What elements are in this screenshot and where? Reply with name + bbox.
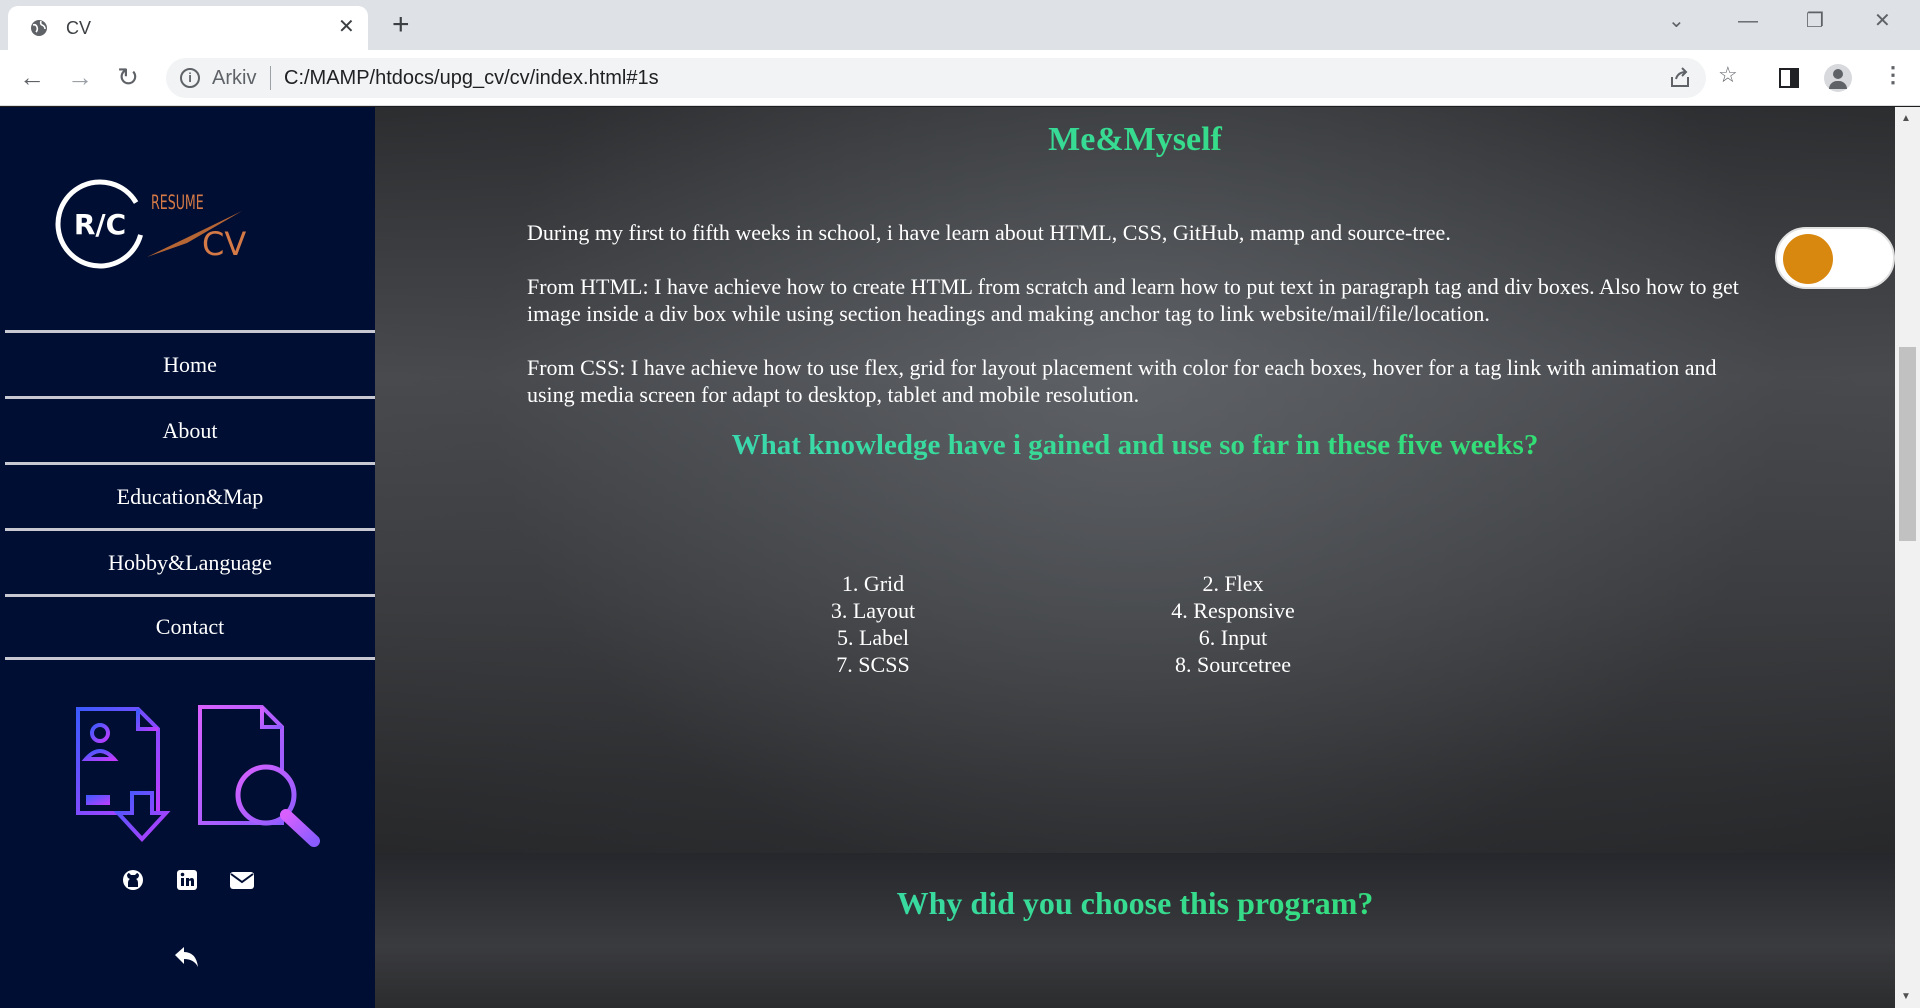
svg-text:R/C: R/C [74,208,126,241]
svg-text:CV: CV [202,225,246,263]
tab-search-icon[interactable]: ⌄ [1668,10,1685,32]
knowledge-item: 3. Layout [830,598,916,623]
knowledge-item: 4. Responsive [1171,598,1295,623]
share-icon[interactable] [1668,67,1692,89]
profile-icon[interactable] [1824,64,1852,92]
url-text[interactable]: C:/MAMP/htdocs/upg_cv/cv/index.html#1s [284,67,659,90]
toggle-knob [1783,234,1833,284]
knowledge-item: 6. Input [1198,625,1268,650]
nav-item-contact[interactable]: Contact [5,594,375,660]
scroll-down-icon[interactable]: ▼ [1901,991,1911,1002]
sidebar-nav: Home About Education&Map Hobby&Language … [5,330,375,660]
nav-item-hobby-language[interactable]: Hobby&Language [5,528,375,594]
browser-tab[interactable]: CV ✕ [8,6,368,50]
tab-title: CV [66,18,92,38]
window-close-icon[interactable]: ✕ [1874,10,1891,32]
nav-item-about[interactable]: About [5,396,375,462]
sidebar: R/C RESUME CV Home About Education&Map H… [0,107,375,1008]
knowledge-item: 8. Sourcetree [1174,652,1292,677]
browser-toolbar: ← → ↻ i Arkiv C:/MAMP/htdocs/upg_cv/cv/i… [0,50,1920,106]
github-icon[interactable] [120,867,146,893]
main-content: Me&Myself During my first to fifth weeks… [375,107,1895,1008]
mail-icon[interactable] [228,867,256,893]
globe-icon [31,20,47,36]
knowledge-item: 7. SCSS [836,652,910,677]
security-label: Arkiv [212,67,257,89]
svg-text:RESUME: RESUME [151,191,204,214]
address-bar[interactable]: i Arkiv C:/MAMP/htdocs/upg_cv/cv/index.h… [166,58,1706,98]
linkedin-icon[interactable] [174,867,200,893]
logo: R/C RESUME CV [55,179,246,269]
section-title-me-myself: Me&Myself [375,121,1895,159]
reload-icon[interactable]: ↻ [112,62,144,94]
knowledge-item: 5. Label [836,625,910,650]
nav-item-education-map[interactable]: Education&Map [5,462,375,528]
menu-icon[interactable]: ⋮ [1882,62,1904,88]
divider [270,66,271,90]
knowledge-heading: What knowledge have i gained and use so … [375,429,1895,462]
page-scrollbar[interactable]: ▲ ▼ [1895,107,1920,1008]
scroll-thumb[interactable] [1899,347,1916,541]
scroll-up-icon[interactable]: ▲ [1901,113,1911,124]
intro-paragraph: During my first to fifth weeks in school… [527,220,1451,245]
reply-arrow-icon[interactable] [172,943,202,973]
new-tab-button[interactable]: + [392,8,410,42]
html-paragraph: From HTML: I have achieve how to create … [527,274,1739,326]
section-title-why-program: Why did you choose this program? [375,885,1895,922]
knowledge-list: 1. Grid 2. Flex 3. Layout 4. Responsive … [693,570,1413,678]
next-section-background [375,853,1895,1008]
page: R/C RESUME CV Home About Education&Map H… [0,107,1920,1008]
close-tab-icon[interactable]: ✕ [338,16,355,38]
nav-item-home[interactable]: Home [5,330,375,396]
forward-nav-icon[interactable]: → [64,62,96,94]
tab-bar: CV ✕ + ⌄ — ❐ ✕ [0,0,1920,50]
minimize-icon[interactable]: — [1738,10,1758,32]
resume-documents-icon [76,705,320,847]
info-icon[interactable]: i [180,68,200,88]
star-icon[interactable]: ☆ [1718,62,1738,88]
back-nav-icon[interactable]: ← [16,62,48,94]
css-paragraph: From CSS: I have achieve how to use flex… [527,355,1717,407]
restore-icon[interactable]: ❐ [1806,10,1824,32]
sidepanel-icon[interactable] [1778,67,1800,89]
knowledge-item: 2. Flex [1202,571,1264,596]
knowledge-item: 1. Grid [841,571,905,596]
theme-toggle[interactable] [1775,227,1895,289]
